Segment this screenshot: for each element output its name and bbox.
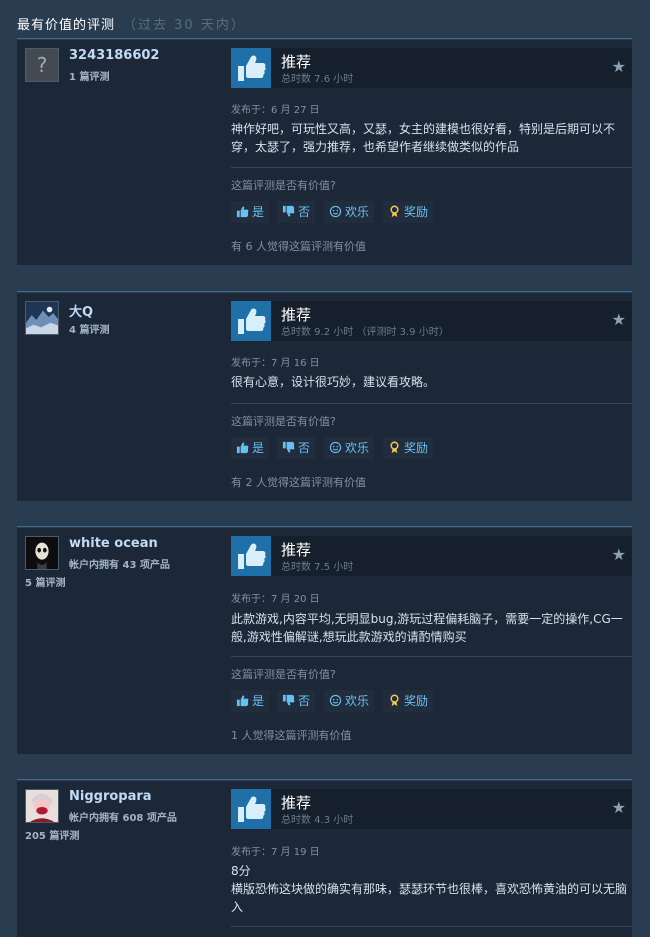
thumbs-up-icon [231,536,271,576]
review-separator [17,38,632,39]
posted-date: 发布于：7 月 19 日 [231,847,320,858]
play-hours: 总时数 4.3 小时 [281,815,354,826]
divider [231,656,632,657]
divider [231,167,632,168]
yes-button[interactable]: 是 [231,690,270,712]
avatar[interactable] [25,301,59,335]
section-title: 最有价值的评测 [17,18,116,33]
thumbs-up-icon [231,789,271,829]
reviewer-review-count[interactable]: 4 篇评测 [69,321,109,336]
ribbon-icon [388,201,401,223]
helpful-count: 1 人觉得这篇评测有价值 [231,729,352,742]
review-separator [17,291,632,292]
star-icon[interactable]: ★ [612,59,626,75]
ribbon-icon [388,437,401,459]
funny-button[interactable]: 欢乐 [324,690,375,712]
reviewer-name[interactable]: 3243186602 [69,48,159,63]
vote-title: 推荐 [281,306,312,324]
star-icon[interactable]: ★ [612,547,626,563]
star-icon[interactable]: ★ [612,312,626,328]
helpful-count: 有 2 人觉得这篇评测有价值 [231,476,366,489]
smiley-icon [329,437,342,459]
helpful-question: 这篇评测是否有价值? [231,668,336,681]
thumbs-down-small-icon [282,437,295,459]
vote-header[interactable]: 推荐 总时数 7.6 小时 ★ [231,48,632,88]
posted-date: 发布于：7 月 20 日 [231,594,320,605]
vote-header[interactable]: 推荐 总时数 7.5 小时 ★ [231,536,632,576]
award-button[interactable]: 奖励 [383,690,434,712]
reviewer-name[interactable]: Niggropara [69,789,152,804]
vote-title: 推荐 [281,794,312,812]
divider [231,926,632,927]
no-button[interactable]: 否 [277,437,316,459]
play-hours: 总时数 9.2 小时 （评测时 3.9 小时） [281,327,449,338]
review-content: 此款游戏,内容平均,无明显bug,游玩过程偏耗脑子，需要一定的操作,CG一般,游… [231,612,623,644]
posted-date: 发布于：7 月 16 日 [231,358,320,369]
no-button[interactable]: 否 [277,201,316,223]
play-hours: 总时数 7.5 小时 [281,562,354,573]
divider [231,403,632,404]
review-card: Niggropara 帐户内拥有 608 项产品 205 篇评测 推荐 总时数 … [17,781,632,937]
yes-button[interactable]: 是 [231,437,270,459]
section-subtitle: （过去 30 天内） [123,18,246,33]
star-icon[interactable]: ★ [612,800,626,816]
smiley-icon [329,690,342,712]
avatar[interactable] [25,536,59,570]
play-hours: 总时数 7.6 小时 [281,74,354,85]
review-content: 很有心意，设计很巧妙，建议看攻略。 [231,375,436,389]
thumbs-up-small-icon [236,690,249,712]
review-separator [17,779,632,780]
thumbs-up-icon [231,301,271,341]
yes-button[interactable]: 是 [231,201,270,223]
review-content-line: 8分 [231,864,251,878]
reviewer-review-count[interactable]: 205 篇评测 [25,827,79,842]
vote-title: 推荐 [281,541,312,559]
helpful-count: 有 6 人觉得这篇评测有价值 [231,240,366,253]
review-card: ? 3243186602 1 篇评测 推荐 总时数 7.6 小时 ★ 发布于：6… [17,40,632,265]
section-header: 最有价值的评测 （过去 30 天内） [17,14,246,33]
review-card: white ocean 帐户内拥有 43 项产品 5 篇评测 推荐 总时数 7.… [17,528,632,754]
vote-header[interactable]: 推荐 总时数 4.3 小时 ★ [231,789,632,829]
thumbs-up-small-icon [236,437,249,459]
award-button[interactable]: 奖励 [383,437,434,459]
helpful-question: 这篇评测是否有价值? [231,415,336,428]
smiley-icon [329,201,342,223]
thumbs-up-small-icon [236,201,249,223]
avatar[interactable]: ? [25,48,59,82]
reviewer-product-count[interactable]: 帐户内拥有 43 项产品 [69,556,170,571]
review-separator [17,526,632,527]
review-card: 大Q 4 篇评测 推荐 总时数 9.2 小时 （评测时 3.9 小时） ★ 发布… [17,293,632,501]
funny-button[interactable]: 欢乐 [324,201,375,223]
no-button[interactable]: 否 [277,690,316,712]
posted-date: 发布于：6 月 27 日 [231,105,320,116]
reviewer-product-count[interactable]: 帐户内拥有 608 项产品 [69,809,177,824]
thumbs-down-small-icon [282,690,295,712]
avatar[interactable] [25,789,59,823]
reviewer-review-count[interactable]: 1 篇评测 [69,68,109,83]
question-mark-icon: ? [36,53,48,77]
thumbs-up-icon [231,48,271,88]
thumbs-down-small-icon [282,201,295,223]
vote-title: 推荐 [281,53,312,71]
review-content-line: 横版恐怖这块做的确实有那味，瑟瑟环节也很棒，喜欢恐怖黄油的可以无脑入 [231,882,628,914]
reviewer-name[interactable]: white ocean [69,536,158,551]
reviewer-review-count[interactable]: 5 篇评测 [25,574,65,589]
helpful-question: 这篇评测是否有价值? [231,179,336,192]
review-content: 神作好吧，可玩性又高，又瑟，女主的建模也很好看，特别是后期可以不穿，太瑟了，强力… [231,122,616,154]
award-button[interactable]: 奖励 [383,201,434,223]
reviewer-name[interactable]: 大Q [69,301,93,320]
review-content: 8分 横版恐怖这块做的确实有那味，瑟瑟环节也很棒，喜欢恐怖黄油的可以无脑入 [231,862,627,916]
ribbon-icon [388,690,401,712]
funny-button[interactable]: 欢乐 [324,437,375,459]
vote-header[interactable]: 推荐 总时数 9.2 小时 （评测时 3.9 小时） ★ [231,301,632,341]
